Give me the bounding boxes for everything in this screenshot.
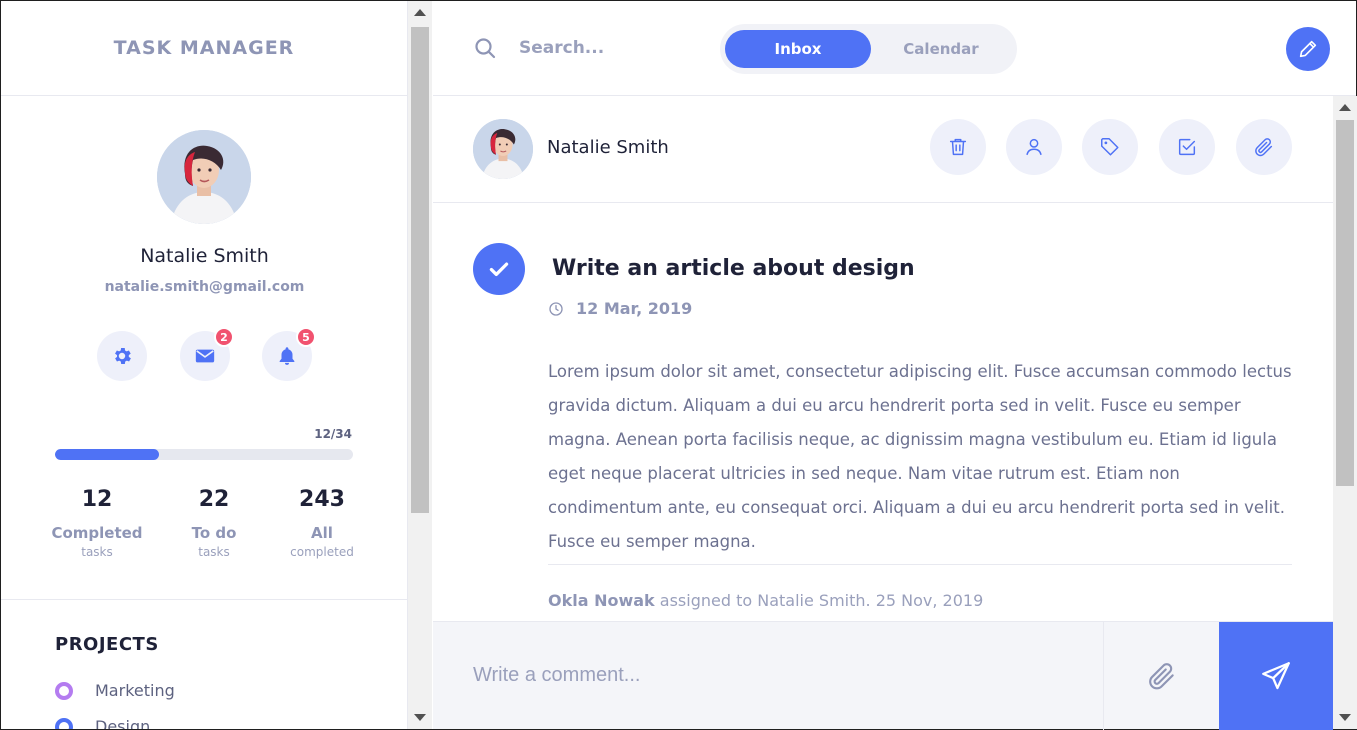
- progress-ratio: 12/34: [314, 427, 352, 441]
- stat-value: 12: [81, 487, 113, 512]
- task-date-text: 12 Mar, 2019: [576, 299, 693, 318]
- trash-icon: [949, 138, 967, 156]
- project-label: Design: [95, 717, 151, 729]
- project-item-design[interactable]: Design: [55, 717, 150, 729]
- scroll-up-arrow-icon[interactable]: [414, 9, 426, 16]
- notifications-button[interactable]: 5: [262, 327, 316, 381]
- mail-icon: [195, 349, 215, 363]
- tag-icon: [1101, 138, 1119, 156]
- paperclip-icon: [1255, 138, 1273, 157]
- send-icon: [1262, 662, 1290, 690]
- bell-icon: [279, 347, 295, 365]
- scroll-up-arrow-icon[interactable]: [1339, 104, 1351, 111]
- sidebar-scroll-thumb[interactable]: [411, 27, 429, 513]
- messages-badge: 2: [214, 327, 234, 347]
- brand-header: TASK MANAGER: [1, 1, 407, 96]
- stat-label: All: [311, 524, 333, 542]
- project-ring-icon: [55, 717, 73, 729]
- comment-bar: [433, 621, 1333, 730]
- pencil-icon: [1299, 40, 1317, 58]
- sidebar: TASK MANAGER Natalie Smith natalie.smith…: [1, 1, 408, 729]
- scroll-down-arrow-icon[interactable]: [1339, 714, 1351, 721]
- content-divider: [548, 564, 1292, 565]
- project-item-marketing[interactable]: Marketing: [55, 681, 175, 700]
- profile-name: Natalie Smith: [140, 245, 269, 267]
- complete-task-button[interactable]: [1159, 119, 1215, 175]
- comment-input[interactable]: [473, 658, 1073, 692]
- history-author: Okla Nowak: [548, 591, 655, 610]
- stat-completed: 12 Completed tasks: [42, 487, 152, 559]
- profile-avatar[interactable]: [157, 130, 251, 224]
- task-complete-toggle[interactable]: [473, 243, 525, 295]
- search-icon: [475, 38, 496, 59]
- progress-bar-fill: [55, 449, 160, 460]
- checkmark-icon: [489, 262, 509, 277]
- delete-task-button[interactable]: [930, 119, 986, 175]
- stat-all: 243 All completed: [267, 487, 377, 559]
- task-title: Write an article about design: [552, 256, 915, 281]
- task-history: Okla Nowak assigned to Natalie Smith. 25…: [548, 591, 983, 610]
- tab-calendar[interactable]: Calendar: [871, 30, 1011, 68]
- stat-label: Completed: [51, 524, 143, 542]
- tab-inbox[interactable]: Inbox: [725, 30, 871, 68]
- tag-task-button[interactable]: [1082, 119, 1138, 175]
- new-task-button[interactable]: [1286, 27, 1330, 71]
- assign-user-button[interactable]: [1006, 119, 1062, 175]
- notifications-badge: 5: [296, 327, 316, 347]
- progress-bar: [55, 449, 353, 460]
- app-title: TASK MANAGER: [113, 37, 295, 59]
- stat-sublabel: tasks: [81, 545, 113, 559]
- assignee-name: Natalie Smith: [547, 137, 669, 158]
- stat-todo: 22 To do tasks: [159, 487, 269, 559]
- stat-value: 22: [198, 487, 230, 512]
- avatar-image: [473, 119, 533, 179]
- task-header: Natalie Smith: [433, 96, 1333, 203]
- task-date: 12 Mar, 2019: [548, 299, 692, 318]
- view-switcher: Inbox Calendar: [720, 24, 1017, 74]
- gear-icon: [115, 348, 131, 364]
- send-comment-button[interactable]: [1219, 622, 1333, 730]
- stat-label: To do: [191, 524, 237, 542]
- attach-file-button[interactable]: [1236, 119, 1292, 175]
- user-icon: [1026, 138, 1042, 156]
- projects-heading: PROJECTS: [55, 634, 159, 655]
- clock-icon: [549, 301, 563, 316]
- history-text: assigned to Natalie Smith. 25 Nov, 2019: [654, 591, 984, 610]
- avatar-image: [157, 130, 251, 224]
- stat-sublabel: completed: [290, 545, 354, 559]
- scroll-down-arrow-icon[interactable]: [414, 714, 426, 721]
- main-scroll-thumb[interactable]: [1336, 120, 1354, 486]
- top-bar: Inbox Calendar: [433, 1, 1356, 96]
- checkbox-icon: [1178, 138, 1196, 156]
- projects-section: PROJECTS Marketing Design: [1, 599, 407, 729]
- paperclip-icon: [1148, 663, 1174, 690]
- task-description: Lorem ipsum dolor sit amet, consectetur …: [548, 362, 1292, 551]
- messages-button[interactable]: 2: [180, 327, 234, 381]
- main-scrollbar[interactable]: [1333, 96, 1357, 729]
- project-ring-icon: [55, 681, 73, 700]
- settings-button[interactable]: [97, 331, 147, 381]
- profile-email: natalie.smith@gmail.com: [104, 279, 305, 295]
- comment-attach-button[interactable]: [1103, 622, 1219, 730]
- project-label: Marketing: [95, 681, 175, 700]
- search-input[interactable]: [519, 32, 699, 64]
- assignee-avatar[interactable]: [473, 119, 533, 179]
- sidebar-scrollbar[interactable]: [408, 1, 432, 729]
- stat-value: 243: [299, 487, 345, 512]
- stat-sublabel: tasks: [198, 545, 230, 559]
